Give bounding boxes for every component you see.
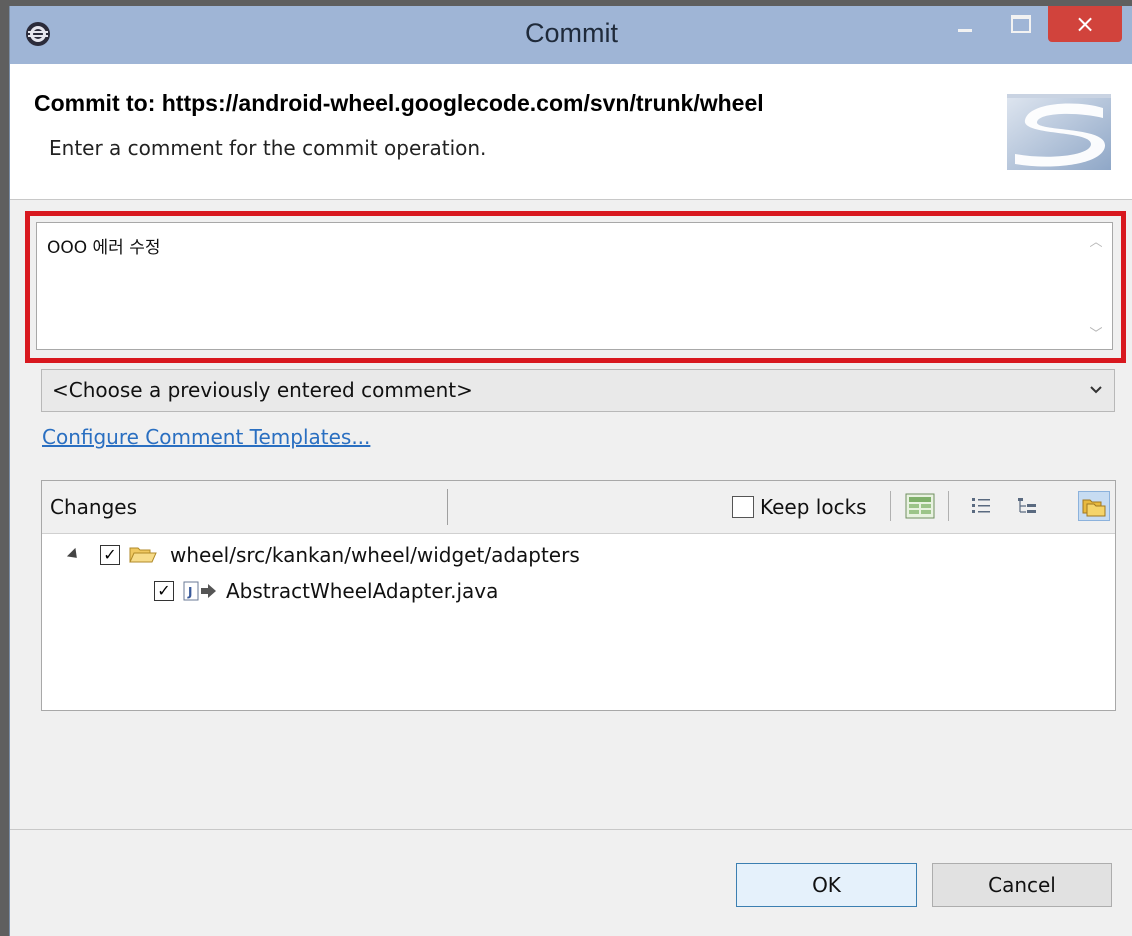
toolbar-separator: [948, 491, 949, 521]
toolbar-separator: [890, 491, 891, 521]
maximize-icon: [1011, 15, 1031, 33]
tree-row-file[interactable]: ✓ J AbstractWheelAdapter.java: [154, 577, 498, 605]
flat-list-icon: [972, 498, 990, 513]
commit-dialog: Commit × Commit to: https://android-whee…: [9, 6, 1132, 936]
changes-panel: Changes Keep locks ✓ wheel/src/kankan/wh…: [41, 480, 1116, 711]
compressed-folders-icon: [1082, 499, 1106, 517]
minimize-icon: [958, 28, 972, 32]
layout-icon: [905, 493, 935, 519]
comment-highlight-frame: OOO 에러 수정 ︿ ﹀: [25, 211, 1126, 363]
tree-view-button[interactable]: [1012, 491, 1044, 521]
folder-path-label: wheel/src/kankan/wheel/widget/adapters: [170, 543, 580, 567]
file-name-label: AbstractWheelAdapter.java: [226, 579, 499, 603]
close-button[interactable]: ×: [1048, 6, 1122, 42]
previous-comment-selected: <Choose a previously entered comment>: [52, 378, 473, 402]
keep-locks-checkbox[interactable]: [732, 496, 754, 518]
flat-list-button[interactable]: [966, 491, 998, 521]
expand-triangle-icon[interactable]: [66, 547, 82, 563]
scroll-up-icon[interactable]: ︿: [1088, 235, 1104, 251]
changes-column-header[interactable]: Changes: [50, 495, 137, 519]
title-bar[interactable]: Commit ×: [10, 6, 1132, 64]
open-folder-icon: [129, 547, 157, 563]
column-separator[interactable]: [447, 489, 448, 525]
maximize-button[interactable]: [998, 6, 1044, 42]
folder-checkbox[interactable]: ✓: [100, 545, 120, 565]
subversion-banner-icon: [1007, 94, 1111, 170]
java-file-outgoing-icon: J: [183, 581, 216, 601]
keep-locks-label: Keep locks: [760, 495, 867, 519]
layout-toggle-button[interactable]: [900, 491, 940, 521]
file-checkbox[interactable]: ✓: [154, 581, 174, 601]
header-description: Enter a comment for the commit operation…: [49, 136, 487, 160]
dialog-header: Commit to: https://android-wheel.googlec…: [10, 64, 1132, 200]
minimize-button[interactable]: [942, 6, 988, 42]
previous-comment-select[interactable]: <Choose a previously entered comment>: [41, 369, 1115, 412]
keep-locks-option[interactable]: Keep locks: [732, 491, 867, 523]
comment-text: OOO 에러 수정: [47, 238, 161, 258]
compressed-folders-button[interactable]: [1078, 491, 1110, 521]
commit-comment-textarea[interactable]: OOO 에러 수정 ︿ ﹀: [36, 222, 1113, 350]
configure-comment-templates-link[interactable]: Configure Comment Templates...: [42, 425, 370, 449]
commit-target-title: Commit to: https://android-wheel.googlec…: [34, 90, 764, 116]
footer-separator: [10, 829, 1132, 830]
tree-row-folder[interactable]: ✓ wheel/src/kankan/wheel/widget/adapters: [66, 541, 580, 569]
changes-toolbar: Changes Keep locks: [42, 481, 1115, 534]
ok-button[interactable]: OK: [736, 863, 917, 907]
chevron-down-icon: [1090, 386, 1102, 394]
tree-icon: [1018, 498, 1036, 513]
scroll-down-icon[interactable]: ﹀: [1088, 327, 1104, 343]
cancel-button[interactable]: Cancel: [932, 863, 1112, 907]
svg-text:J: J: [187, 585, 192, 599]
